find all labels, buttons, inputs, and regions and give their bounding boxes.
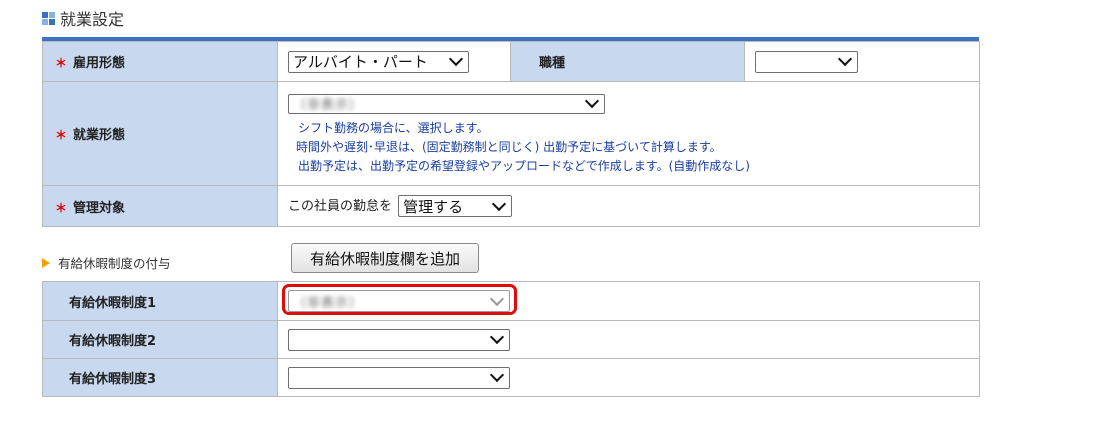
chevron-down-icon [448,51,464,67]
section-title-text: 就業設定 [60,10,125,29]
employment-type-value: アルバイト・パート [293,53,428,71]
chevron-down-icon [492,196,507,211]
work-style-note-2: 時間外や遅刻･早退は、(固定勤務制と同じく) 出勤予定に基づいて計算します。 [296,139,722,154]
add-paid-leave-button[interactable]: 有給休暇制度欄を追加 [291,243,479,273]
grid-icon [42,11,55,25]
paid-leave-3-select[interactable] [288,366,510,389]
paid-leave-2-label: 有給休暇制度2 [42,320,278,359]
employment-type-select[interactable]: アルバイト・パート [288,50,469,73]
chevron-down-icon [837,51,853,67]
employment-settings-table: 雇用形態 アルバイト・パート 職種 就業形態 （非表示） シフト勤務の場合に、選… [42,41,980,227]
work-style-note-3: 出勤予定は、出勤予定の希望登録やアップロードなどで作成します。(自動作成なし) [298,158,750,173]
employment-type-label: 雇用形態 [42,41,278,82]
work-style-notes: シフト勤務の場合に、選択します。 時間外や遅刻･早退は、(固定勤務制と同じく) … [288,119,979,176]
paid-leave-1-label: 有給休暇制度1 [42,281,278,321]
management-select[interactable]: 管理する [398,195,513,218]
chevron-down-icon [489,367,505,383]
management-label: 管理対象 [42,185,278,227]
job-type-label: 職種 [510,41,745,82]
highlight-box [282,284,517,315]
paid-leave-header: 有給休暇制度の付与 [42,253,171,272]
work-style-value: （非表示） [293,98,364,113]
job-type-select[interactable] [755,50,858,73]
management-value: 管理する [403,197,464,216]
management-prefix: この社員の勤怠を [288,198,393,214]
work-style-note-1: シフト勤務の場合に、選択します。 [298,120,489,135]
triangle-right-icon [42,257,50,268]
paid-leave-header-text: 有給休暇制度の付与 [58,256,171,271]
chevron-down-icon [584,93,600,109]
paid-leave-2-select[interactable] [288,328,510,351]
work-style-select[interactable]: （非表示） [288,93,605,114]
work-style-label: 就業形態 [42,81,278,186]
section-title: 就業設定 [42,6,124,30]
chevron-down-icon [489,329,505,345]
paid-leave-3-label: 有給休暇制度3 [42,358,278,397]
